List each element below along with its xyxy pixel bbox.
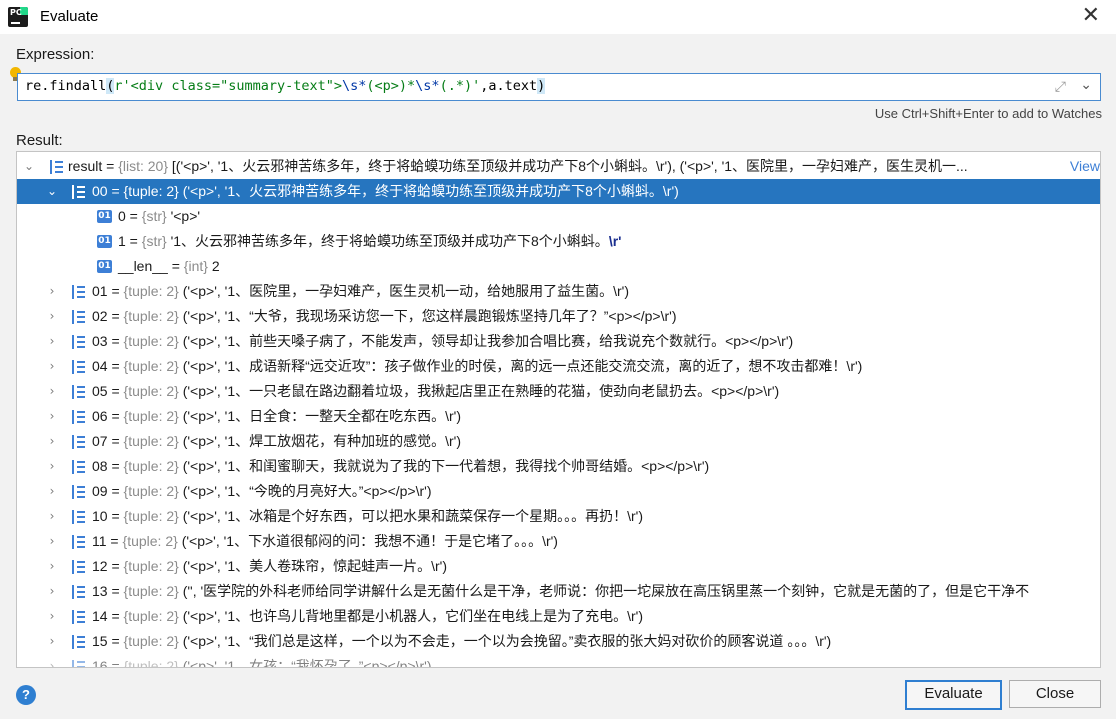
list-icon: [50, 160, 63, 174]
list-icon: [72, 660, 85, 667]
expand-arrow-icon[interactable]: ›: [46, 304, 58, 329]
expand-arrow-icon[interactable]: ›: [46, 604, 58, 629]
tree-row-item[interactable]: › 16 = {tuple: 2} ('<p>', '1、女孩：“我怀孕了。”<…: [17, 654, 1100, 667]
pycharm-app-icon: PC: [8, 7, 28, 27]
tree-row-result[interactable]: ⌄ result = {list: 20} [('<p>', '1、火云邪神苦练…: [17, 154, 1100, 179]
collapse-arrow-icon[interactable]: ⌄: [23, 154, 35, 179]
list-icon: [72, 385, 85, 399]
expand-arrow-icon[interactable]: ›: [46, 379, 58, 404]
tree-row-item[interactable]: › 09 = {tuple: 2} ('<p>', '1、“今晚的月亮好大。”<…: [17, 479, 1100, 504]
result-tree[interactable]: ⌄ result = {list: 20} [('<p>', '1、火云邪神苦练…: [16, 151, 1101, 668]
tree-row-item[interactable]: › 12 = {tuple: 2} ('<p>', '1、美人卷珠帘，惊起蛙声一…: [17, 554, 1100, 579]
tree-row-item[interactable]: › 01 = {tuple: 2} ('<p>', '1、医院里，一孕妇难产，医…: [17, 279, 1100, 304]
collapse-arrow-icon[interactable]: ⌄: [46, 179, 58, 204]
list-icon: [72, 310, 85, 324]
tree-row-item[interactable]: › 10 = {tuple: 2} ('<p>', '1、冰箱是个好东西，可以把…: [17, 504, 1100, 529]
tree-row-child-1[interactable]: 01 1 = {str} '1、火云邪神苦练多年，终于将蛤蟆功练至顶级并成功产下…: [17, 229, 1100, 254]
tree-row-00-selected[interactable]: ⌄ 00 = {tuple: 2} ('<p>', '1、火云邪神苦练多年，终于…: [17, 179, 1100, 204]
tree-row-item[interactable]: › 03 = {tuple: 2} ('<p>', '1、前些天嗓子病了，不能发…: [17, 329, 1100, 354]
tree-row-child-len[interactable]: 01 __len__ = {int} 2: [17, 254, 1100, 279]
expression-label: Expression:: [16, 46, 95, 63]
tree-row-item[interactable]: › 11 = {tuple: 2} ('<p>', '1、下水道很郁闷的问：我想…: [17, 529, 1100, 554]
list-icon: [72, 335, 85, 349]
list-icon: [72, 535, 85, 549]
tree-row-item[interactable]: › 02 = {tuple: 2} ('<p>', '1、“大爷，我现场采访您一…: [17, 304, 1100, 329]
evaluate-button[interactable]: Evaluate: [905, 680, 1002, 710]
expand-arrow-icon[interactable]: ›: [46, 329, 58, 354]
tree-row-item[interactable]: › 15 = {tuple: 2} ('<p>', '1、“我们总是这样，一个以…: [17, 629, 1100, 654]
expand-arrow-icon[interactable]: ›: [46, 579, 58, 604]
expand-editor-icon[interactable]: ⤢: [1055, 78, 1066, 95]
list-icon: [72, 485, 85, 499]
list-icon: [72, 585, 85, 599]
close-window-icon[interactable]: ✕: [1082, 4, 1100, 28]
expression-text[interactable]: re.findall(r'<div class="summary-text">\…: [25, 78, 546, 94]
primitive-value-icon: 01: [97, 235, 112, 248]
list-icon: [72, 635, 85, 649]
expand-arrow-icon[interactable]: ›: [46, 279, 58, 304]
tree-row-item[interactable]: › 08 = {tuple: 2} ('<p>', '1、和闺蜜聊天，我就说为了…: [17, 454, 1100, 479]
expand-arrow-icon[interactable]: ›: [46, 479, 58, 504]
list-icon: [72, 610, 85, 624]
title-bar: PC Evaluate ✕: [0, 0, 1116, 34]
expression-input[interactable]: re.findall(r'<div class="summary-text">\…: [17, 73, 1101, 101]
tree-row-item[interactable]: › 13 = {tuple: 2} ('', '医学院的外科老师给同学讲解什么是…: [17, 579, 1100, 604]
result-label: Result:: [16, 132, 63, 149]
close-button[interactable]: Close: [1009, 680, 1101, 708]
list-icon: [72, 285, 85, 299]
expand-arrow-icon[interactable]: ›: [46, 554, 58, 579]
tree-row-child-0[interactable]: 01 0 = {str} '<p>': [17, 204, 1100, 229]
list-icon: [72, 560, 85, 574]
primitive-value-icon: 01: [97, 210, 112, 223]
tree-row-item[interactable]: › 14 = {tuple: 2} ('<p>', '1、也许鸟儿背地里都是小机…: [17, 604, 1100, 629]
tree-row-item[interactable]: › 04 = {tuple: 2} ('<p>', '1、成语新释“远交近攻”：…: [17, 354, 1100, 379]
tree-row-item[interactable]: › 07 = {tuple: 2} ('<p>', '1、焊工放烟花，有种加班的…: [17, 429, 1100, 454]
history-dropdown-icon[interactable]: ⌄: [1080, 76, 1092, 93]
help-button[interactable]: ?: [16, 685, 36, 705]
view-link[interactable]: View: [1065, 154, 1100, 179]
tree-row-item[interactable]: › 05 = {tuple: 2} ('<p>', '1、一只老鼠在路边翻着垃圾…: [17, 379, 1100, 404]
tree-row-item[interactable]: › 06 = {tuple: 2} ('<p>', '1、日全食：一整天全都在吃…: [17, 404, 1100, 429]
primitive-value-icon: 01: [97, 260, 112, 273]
expand-arrow-icon[interactable]: ›: [46, 404, 58, 429]
expand-arrow-icon[interactable]: ›: [46, 504, 58, 529]
watches-hint: Use Ctrl+Shift+Enter to add to Watches: [874, 106, 1102, 121]
expand-arrow-icon[interactable]: ›: [46, 529, 58, 554]
expand-arrow-icon[interactable]: ›: [46, 354, 58, 379]
list-icon: [72, 510, 85, 524]
expand-arrow-icon[interactable]: ›: [46, 654, 58, 667]
expand-arrow-icon[interactable]: ›: [46, 629, 58, 654]
list-icon: [72, 410, 85, 424]
list-icon: [72, 360, 85, 374]
list-icon: [72, 435, 85, 449]
window-title: Evaluate: [40, 8, 99, 25]
expand-arrow-icon[interactable]: ›: [46, 454, 58, 479]
list-icon: [72, 460, 85, 474]
expand-arrow-icon[interactable]: ›: [46, 429, 58, 454]
list-icon: [72, 185, 85, 199]
